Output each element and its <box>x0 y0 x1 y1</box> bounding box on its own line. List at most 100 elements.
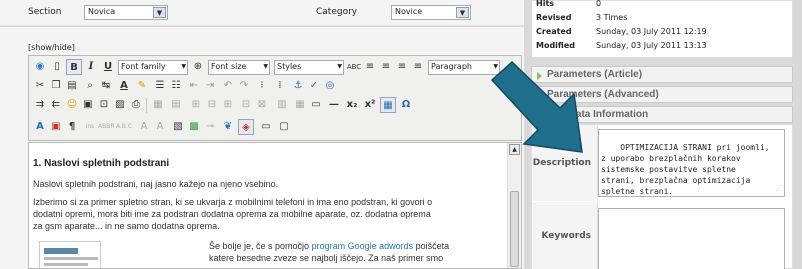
strikethrough-icon[interactable]: ABC <box>346 59 362 75</box>
editor-content[interactable]: 1. Naslovi spletnih podstrani Naslovi sp… <box>28 142 522 269</box>
media-icon[interactable]: ▣ <box>80 97 96 113</box>
font-family-select[interactable]: Font family ▼ <box>118 60 188 75</box>
anchor-icon[interactable]: ⊸ <box>202 119 218 135</box>
google-adwords-link[interactable]: program Google adwords <box>312 241 414 251</box>
superscript-icon[interactable]: x² <box>362 97 378 113</box>
template-icon[interactable]: ▧ <box>170 119 186 135</box>
description-textarea[interactable]: OPTIMIZACIJA STRANI pri joomli, z uporab… <box>598 129 785 197</box>
insert-col-icon[interactable]: ⊞ <box>220 97 236 113</box>
keywords-textarea[interactable] <box>598 208 785 269</box>
toolbar-separator <box>146 98 147 113</box>
indent-icon[interactable]: ⇥ <box>202 78 218 94</box>
revised-label: Revised <box>536 13 572 22</box>
copy-icon[interactable]: ❐ <box>48 78 64 94</box>
omega-icon[interactable]: Ω <box>398 97 414 113</box>
align-justify-icon[interactable]: ≡ <box>410 59 426 75</box>
fullscreen-icon[interactable]: ▢ <box>276 119 292 135</box>
paste-word-icon[interactable]: ▣ <box>48 119 64 135</box>
acronym-icon[interactable]: ABBR <box>98 119 115 135</box>
redo-icon[interactable]: ↷ <box>236 78 252 94</box>
delete-row-icon[interactable]: ⊟ <box>204 97 220 113</box>
toolbar-row-1: ◉ ▯ B I U Font family ▼ ⊕ Font size ▼ Styl… <box>32 59 522 77</box>
show-blocks-icon[interactable]: ¶ <box>64 119 80 135</box>
font-size-value: Font size <box>211 62 247 71</box>
highlight-icon[interactable]: ✎ <box>134 78 150 94</box>
spellcheck-icon[interactable]: ❦ <box>220 119 236 135</box>
insert-row-icon[interactable]: ⊞ <box>188 97 204 113</box>
format-value: Paragraph <box>431 62 472 71</box>
ltr-icon[interactable]: ⇉ <box>32 97 48 113</box>
styles-select[interactable]: Styles ▼ <box>274 60 344 75</box>
paste-icon[interactable]: ▤ <box>64 78 80 94</box>
charmap-box-icon[interactable]: ▦ <box>380 97 396 113</box>
delete-col-icon[interactable]: ⊟ <box>238 97 254 113</box>
image-icon[interactable]: ▨ <box>112 97 128 113</box>
toolbar-row-4: A ▣ ¶ ins ABBR A.B.C A A ▧ ▩ ⊸ ❦ ◈ ▭ ▢ <box>32 119 522 137</box>
underline-button[interactable]: U <box>100 59 116 75</box>
toolbar-row-2: ✂ ❐ ▤ ⌕ ↹ A ✎ ☰ ☷ ⇤ ⇥ ↶ ↷ ⁝ ⁞ ⚓ ✓ ◎ <box>32 78 522 96</box>
table-icon[interactable]: ▦ <box>150 97 166 113</box>
preview-icon[interactable]: ⊡ <box>96 97 112 113</box>
content-paragraph-1: Naslovi spletnih podstrani, naj jasno ka… <box>33 179 279 189</box>
cleanup-icon[interactable]: ✓ <box>306 78 322 94</box>
resize-grip-icon[interactable]: ⋰ <box>776 183 782 194</box>
content-scrollbar[interactable]: ▲ <box>507 143 521 268</box>
styles-value: Styles <box>277 62 302 71</box>
readmore-icon[interactable]: ◈ <box>238 119 254 135</box>
description-value: OPTIMIZACIJA STRANI pri joomli, z uporab… <box>601 143 770 196</box>
help-icon[interactable]: ◉ <box>32 59 48 75</box>
show-hide-toggle[interactable]: [show/hide] <box>28 43 75 52</box>
hits-value: 0 <box>596 0 602 8</box>
strike-icon[interactable]: ⊕ <box>190 59 206 75</box>
row-props-icon[interactable]: ▤ <box>168 97 184 113</box>
cut-icon[interactable]: ✂ <box>32 78 48 94</box>
align-right-icon[interactable]: ≡ <box>394 59 410 75</box>
link-icon[interactable]: ⚓ <box>290 78 306 94</box>
cell-props-icon[interactable]: ▦ <box>292 97 308 113</box>
replace-icon[interactable]: ↹ <box>98 78 114 94</box>
keywords-label: Keywords <box>532 202 598 269</box>
cite-icon[interactable]: A.B.C <box>116 119 132 135</box>
merge-cells-icon[interactable]: ▥ <box>274 97 290 113</box>
unordered-list-icon[interactable]: ⁝ <box>254 78 270 94</box>
new-document-icon[interactable]: ▯ <box>49 59 65 75</box>
italic-button[interactable]: I <box>83 59 99 75</box>
ordered-list-icon[interactable]: ⁞ <box>272 78 288 94</box>
created-value: Sunday, 03 July 2011 12:19 <box>596 27 707 36</box>
content-paragraph-3-line-1: Še bolje je, če s pomočjo program Google… <box>209 240 449 252</box>
numbered-list-icon[interactable]: ☷ <box>168 78 184 94</box>
pagebreak-icon[interactable]: ▭ <box>258 119 274 135</box>
bold-button[interactable]: B <box>66 59 82 75</box>
section-select[interactable]: Novica ▼ <box>84 5 168 20</box>
content-thumbnail-image <box>39 241 101 268</box>
subscript-icon[interactable]: x₂ <box>344 97 360 113</box>
font-size-select[interactable]: Font size ▼ <box>208 60 270 75</box>
undo-icon[interactable]: ↶ <box>220 78 236 94</box>
align-center-icon[interactable]: ≡ <box>378 59 394 75</box>
style-props-icon[interactable]: A <box>152 119 168 135</box>
content-paragraph-3-line-2: katere besedne zveze se najbolj iščejo. … <box>209 253 444 263</box>
layer-icon[interactable]: ▩ <box>186 119 202 135</box>
split-cells-icon[interactable]: ⊠ <box>254 97 270 113</box>
modified-value: Sunday, 03 July 2011 13:13 <box>596 41 707 50</box>
horizontal-rule-icon[interactable]: — <box>326 97 342 113</box>
section-label: Section <box>28 7 62 17</box>
font-family-value: Font family <box>121 62 166 71</box>
outdent-icon[interactable]: ⇤ <box>186 78 202 94</box>
align-left-icon[interactable]: ≡ <box>362 59 378 75</box>
bullet-list-icon[interactable]: ☰ <box>152 78 168 94</box>
code-icon[interactable]: ◎ <box>322 78 338 94</box>
print-icon[interactable]: ⎙ <box>128 97 144 113</box>
category-select[interactable]: Novice ▼ <box>391 5 471 20</box>
attribs-icon[interactable]: A <box>136 119 152 135</box>
text-style-icon[interactable]: A <box>32 119 48 135</box>
text-color-icon[interactable]: A <box>116 78 132 94</box>
find-icon[interactable]: ⌕ <box>82 78 98 94</box>
emoticon-icon[interactable]: ☺ <box>64 97 80 113</box>
article-info-box: Hits 0 Revised 3 Times Created Sunday, 0… <box>531 0 793 58</box>
scroll-thumb[interactable] <box>510 191 519 267</box>
section-value: Novica <box>88 7 116 16</box>
abbr-icon[interactable]: ins <box>82 119 98 135</box>
rtl-icon[interactable]: ⇇ <box>48 97 64 113</box>
hr-icon[interactable]: ▭ <box>308 97 324 113</box>
